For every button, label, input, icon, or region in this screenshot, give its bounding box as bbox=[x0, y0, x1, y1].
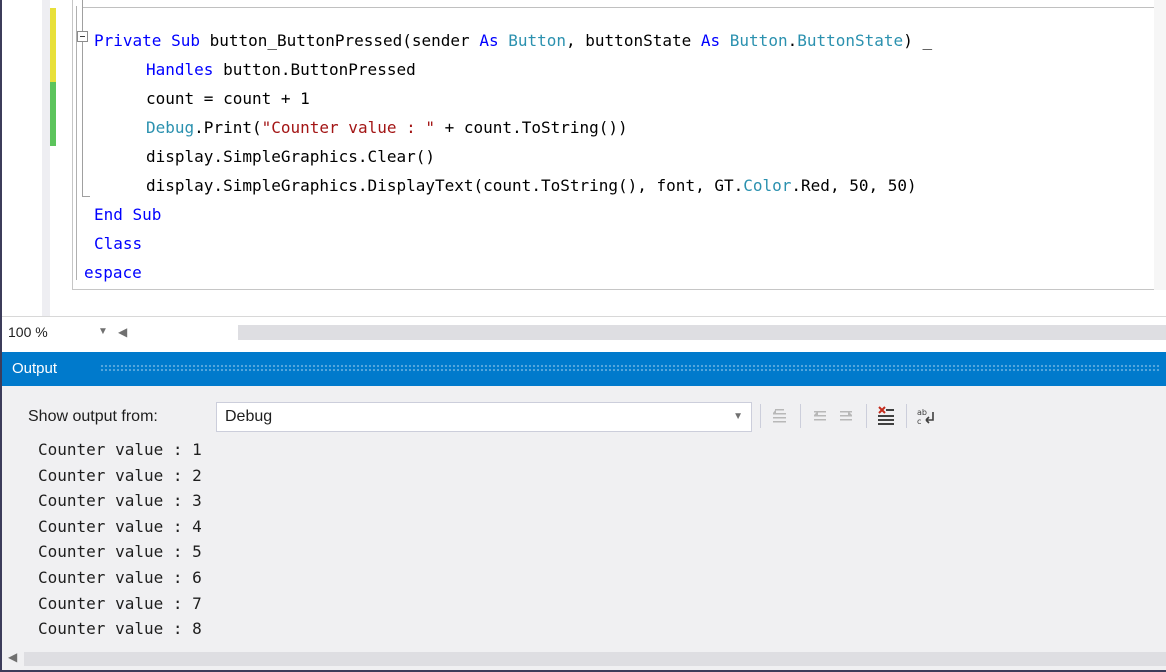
code-token: Button bbox=[508, 31, 567, 50]
code-token: End Sub bbox=[94, 205, 162, 224]
code-token: button.ButtonPressed bbox=[223, 60, 416, 79]
output-line: Counter value : 4 bbox=[38, 516, 202, 536]
code-line[interactable]: Class bbox=[94, 231, 142, 257]
output-line: Counter value : 1 bbox=[38, 440, 202, 459]
code-token: espace bbox=[84, 263, 142, 282]
unsaved-change-marker bbox=[50, 8, 56, 82]
editor-status-bar: 100 % ▼ ◀ bbox=[2, 316, 1166, 348]
toolbar-separator bbox=[866, 404, 867, 428]
pane-drag-grip[interactable] bbox=[100, 364, 1160, 373]
code-token: Debug bbox=[146, 118, 195, 137]
code-token: display.SimpleGraphics.DisplayText(count… bbox=[146, 176, 744, 195]
editor-margin bbox=[42, 0, 50, 316]
toggle-word-wrap-icon[interactable]: ab c bbox=[914, 404, 938, 428]
output-line: Counter value : 8 bbox=[38, 619, 202, 639]
code-token: count = count + 1 bbox=[146, 89, 310, 108]
code-token: + count.ToString()) bbox=[435, 118, 628, 137]
code-token: As bbox=[700, 31, 730, 50]
code-token: .Print( bbox=[194, 118, 262, 137]
chevron-down-icon[interactable]: ▼ bbox=[98, 326, 108, 337]
scrollbar-track[interactable] bbox=[24, 652, 1166, 666]
go-to-next-icon[interactable] bbox=[834, 404, 858, 428]
code-token: .Red, 50, 50) bbox=[791, 176, 917, 195]
code-token: ) _ bbox=[903, 31, 933, 50]
zoom-level[interactable]: 100 % bbox=[8, 324, 48, 340]
svg-text:c: c bbox=[917, 417, 921, 426]
code-line[interactable]: Handles button.ButtonPressed bbox=[146, 57, 416, 83]
output-line: Counter value : 7 bbox=[38, 593, 202, 613]
code-token: Class bbox=[94, 234, 143, 253]
go-to-previous-icon[interactable] bbox=[808, 404, 832, 428]
arrow-left-icon[interactable]: ◀ bbox=[118, 325, 127, 339]
output-horizontal-scrollbar[interactable]: ◀ bbox=[2, 648, 1166, 670]
code-token: . bbox=[787, 31, 798, 50]
code-token: As bbox=[479, 31, 509, 50]
code-line[interactable]: End Sub bbox=[94, 202, 161, 228]
namespace-outline bbox=[76, 6, 77, 280]
output-line: Counter value : 6 bbox=[38, 568, 202, 587]
toolbar-separator bbox=[800, 404, 801, 428]
toolbar-separator bbox=[760, 404, 761, 428]
collapse-toggle-icon[interactable] bbox=[77, 31, 88, 42]
code-line[interactable]: count = count + 1 bbox=[146, 86, 310, 112]
sub-outline-end bbox=[82, 196, 90, 197]
output-title: Output bbox=[12, 360, 58, 377]
code-token: Button bbox=[729, 31, 788, 50]
output-line: Counter value : 3 bbox=[38, 491, 202, 511]
clear-all-icon[interactable] bbox=[874, 404, 898, 428]
sub-outline bbox=[82, 0, 83, 196]
arrow-left-icon[interactable]: ◀ bbox=[8, 650, 17, 664]
go-to-previous-message-icon[interactable] bbox=[768, 404, 792, 428]
code-token: Handles bbox=[146, 60, 224, 79]
show-output-label: Show output from: bbox=[28, 408, 158, 425]
code-line[interactable]: Debug.Print("Counter value : " + count.T… bbox=[146, 115, 628, 141]
code-token: "Counter value : " bbox=[261, 118, 435, 137]
output-pane-header[interactable]: Output bbox=[2, 352, 1166, 386]
code-token: , buttonState bbox=[566, 31, 701, 50]
editor-vertical-scrollbar[interactable] bbox=[1154, 0, 1166, 290]
output-source-value: Debug bbox=[225, 408, 273, 425]
code-line[interactable]: Private Sub button_ButtonPressed(sender … bbox=[94, 28, 932, 54]
code-token: Private Sub bbox=[94, 31, 210, 50]
output-line: Counter value : 5 bbox=[38, 542, 202, 562]
code-token: display.SimpleGraphics.Clear() bbox=[146, 147, 435, 166]
editor-horizontal-scrollbar[interactable] bbox=[238, 325, 1166, 340]
code-token: button_ButtonPressed(sender bbox=[209, 31, 480, 50]
code-token: Color bbox=[743, 176, 792, 195]
code-token: ButtonState bbox=[797, 31, 904, 50]
output-toolbar: Show output from: Debug ▼ ab c bbox=[2, 386, 1166, 434]
chevron-down-icon[interactable]: ▼ bbox=[733, 411, 743, 422]
code-line[interactable]: display.SimpleGraphics.Clear() bbox=[146, 144, 435, 170]
code-line[interactable]: display.SimpleGraphics.DisplayText(count… bbox=[146, 173, 917, 199]
saved-change-marker bbox=[50, 82, 56, 146]
output-source-select[interactable]: Debug ▼ bbox=[216, 402, 752, 432]
editor-top-border bbox=[82, 0, 1166, 8]
toolbar-separator bbox=[906, 404, 907, 428]
svg-text:ab: ab bbox=[917, 408, 927, 417]
code-line[interactable]: espace bbox=[84, 260, 142, 286]
output-line: Counter value : 2 bbox=[38, 465, 202, 485]
